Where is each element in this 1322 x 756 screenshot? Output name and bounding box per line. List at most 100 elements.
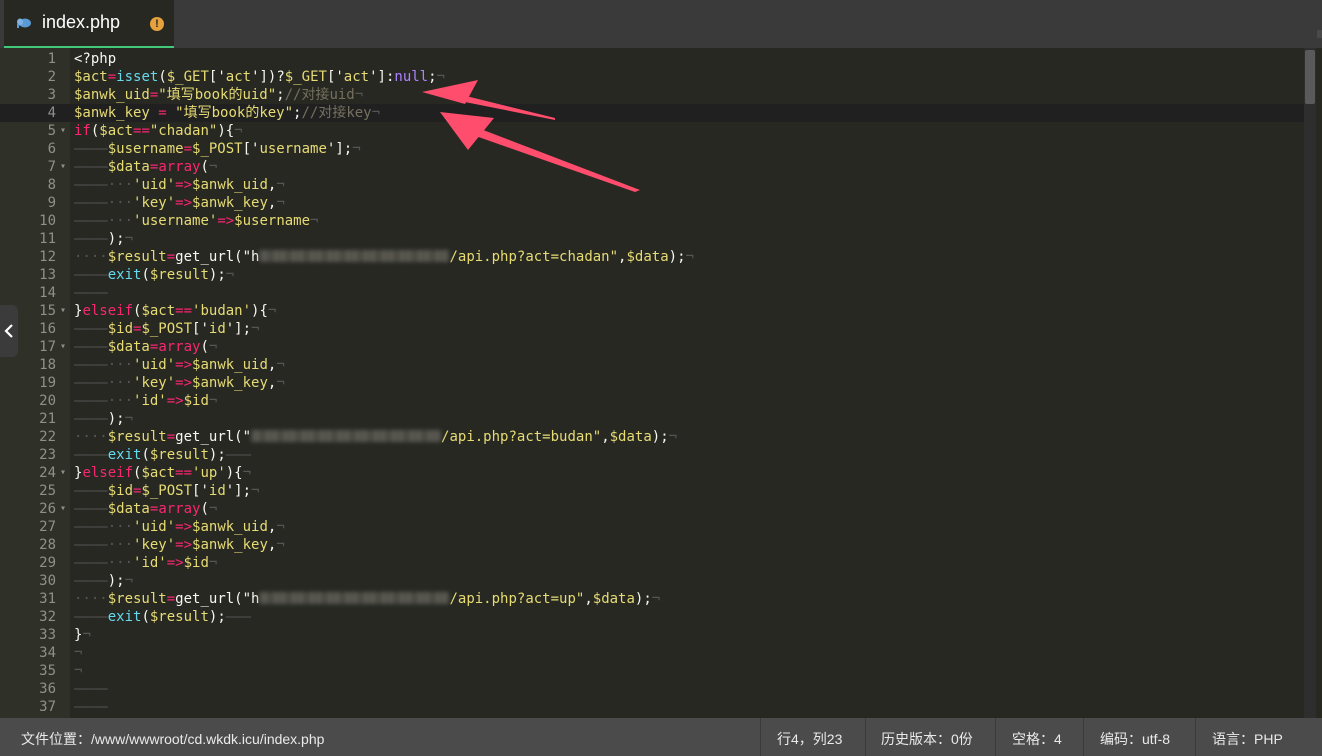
code-token: /api.php?act=chadan"	[449, 249, 619, 265]
code-line[interactable]: 29 ————···'id'=>$id¬	[0, 554, 1306, 572]
code-line[interactable]: 2 $act=isset($_GET['act'])?$_GET['act']:n…	[0, 68, 1306, 86]
code-token: =>	[175, 537, 193, 553]
code-token: null	[394, 69, 429, 85]
code-token: ————	[74, 483, 108, 499]
code-line[interactable]: 7 ▾ ————$data=array(¬	[0, 158, 1306, 176]
code-token: ¬	[276, 537, 285, 553]
code-token: ¬	[74, 645, 83, 661]
code-line[interactable]: 16 ————$id=$_POST['id'];¬	[0, 320, 1306, 338]
code-token: ¬	[251, 321, 260, 337]
code-line[interactable]: 19 ————···'key'=>$anwk_key,¬	[0, 374, 1306, 392]
code-line[interactable]: 26 ▾ ————$data=array(¬	[0, 500, 1306, 518]
code-token: ————	[74, 285, 108, 301]
line-number: 5	[47, 123, 56, 139]
code-token: ¬	[267, 303, 277, 319]
code-line[interactable]: 4 $anwk_key = "填写book的key";//对接key¬	[0, 104, 1306, 122]
code-line[interactable]: 11 ————);¬	[0, 230, 1306, 248]
fold-toggle-icon[interactable]: ▾	[60, 122, 66, 140]
line-number: 14	[39, 285, 56, 301]
indent-setting[interactable]: 空格：4	[1012, 729, 1062, 749]
line-number: 6	[47, 141, 56, 157]
code-text: ————	[74, 680, 108, 698]
tab-index-php[interactable]: index.php !	[4, 0, 174, 48]
code-token: 'uid'	[133, 519, 176, 535]
code-line[interactable]: 34 ¬	[0, 644, 1306, 662]
language-setting[interactable]: 语言：PHP	[1212, 729, 1283, 749]
code-token: $act	[141, 303, 176, 319]
vertical-scrollbar[interactable]	[1304, 48, 1316, 718]
fold-toggle-icon[interactable]: ▾	[60, 338, 66, 356]
code-line[interactable]: 17 ▾ ————$data=array(¬	[0, 338, 1306, 356]
code-line[interactable]: 5 ▾ if($act=="chadan"){¬	[0, 122, 1306, 140]
code-line[interactable]: 32 ————exit($result);———	[0, 608, 1306, 626]
code-line[interactable]: 33}¬	[0, 626, 1306, 644]
code-line[interactable]: 23 ————exit($result);———	[0, 446, 1306, 464]
code-line[interactable]: 12 ····$result=get_url("h/api.php?act=cha…	[0, 248, 1306, 266]
fold-toggle-icon[interactable]: ▾	[60, 302, 66, 320]
line-number: 7	[47, 159, 56, 175]
code-line[interactable]: 8 ————···'uid'=>$anwk_uid,¬	[0, 176, 1306, 194]
collapse-sidebar-button[interactable]	[0, 305, 18, 357]
code-line[interactable]: 30 ————);¬	[0, 572, 1306, 590]
code-token: $result	[149, 267, 209, 283]
code-token: ¬	[371, 105, 381, 121]
code-editor[interactable]: 1 <?php 2 $act=isset($_GET['act'])?$_GET['a…	[0, 48, 1322, 718]
code-line[interactable]: 24 ▾}elseif($act=='up'){¬	[0, 464, 1306, 482]
code-token: =	[158, 105, 167, 121]
code-text: ————$username=$_POST['username'];¬	[74, 140, 361, 158]
redacted-url	[259, 592, 450, 604]
fold-toggle-icon[interactable]: ▾	[60, 500, 66, 518]
code-line[interactable]: 10 ————···'username'=>$username¬	[0, 212, 1306, 230]
php-elephant-icon	[17, 18, 31, 28]
cursor-position[interactable]: 行4，列23	[777, 729, 842, 749]
fold-toggle-icon[interactable]: ▾	[60, 464, 66, 482]
code-token: =	[166, 249, 176, 265]
warning-icon[interactable]: !	[150, 17, 164, 31]
fold-toggle-icon[interactable]: ▾	[60, 158, 66, 176]
code-line[interactable]: 13 ————exit($result);¬	[0, 266, 1306, 284]
code-token: $act	[141, 465, 176, 481]
code-token: ){	[217, 123, 235, 139]
code-line[interactable]: 25 ————$id=$_POST['id'];¬	[0, 482, 1306, 500]
code-token: =	[107, 69, 117, 85]
history-versions[interactable]: 历史版本：0份	[881, 729, 973, 749]
code-line[interactable]: 27 ————···'uid'=>$anwk_uid,¬	[0, 518, 1306, 536]
code-token: ————···	[74, 213, 134, 229]
code-line[interactable]: 18 ————···'uid'=>$anwk_uid,¬	[0, 356, 1306, 374]
code-token: ¬	[208, 393, 218, 409]
code-line[interactable]: 21 ————);¬	[0, 410, 1306, 428]
code-token: $username	[234, 213, 311, 229]
code-token: ==	[175, 303, 193, 319]
code-token: $anwk_key	[192, 195, 268, 211]
code-line[interactable]: 37 ————	[0, 698, 1306, 716]
code-line[interactable]: 14 ————	[0, 284, 1306, 302]
encoding-setting[interactable]: 编码：utf-8	[1100, 729, 1170, 749]
code-token: ¬	[668, 429, 678, 445]
code-line[interactable]: 36 ————	[0, 680, 1306, 698]
tabbar-scroll-indicator	[1317, 30, 1322, 38]
code-token: ;	[276, 87, 285, 103]
code-line[interactable]: 31 ····$result=get_url("h/api.php?act=up"…	[0, 590, 1306, 608]
code-token: $id	[107, 321, 134, 337]
code-line[interactable]: 35 ¬	[0, 662, 1306, 680]
code-line[interactable]: 3 $anwk_uid="填写book的uid";//对接uid¬	[0, 86, 1306, 104]
code-line[interactable]: 28 ————···'key'=>$anwk_key,¬	[0, 536, 1306, 554]
code-token: username	[259, 141, 327, 157]
code-line[interactable]: 22 ····$result=get_url(" /api.php?act=buda…	[0, 428, 1306, 446]
code-line[interactable]: 20 ————···'id'=>$id¬	[0, 392, 1306, 410]
code-token: /api.php?act=up"	[449, 591, 585, 607]
code-token: "chadan"	[149, 123, 218, 139]
code-line[interactable]: 1 <?php	[0, 50, 1306, 68]
scrollbar-thumb[interactable]	[1305, 50, 1315, 104]
code-token: ————	[74, 699, 108, 715]
code-token: array	[158, 339, 201, 355]
code-token: ————···	[74, 555, 134, 571]
code-line[interactable]: 15 ▾}elseif($act=='budan'){¬	[0, 302, 1306, 320]
code-token: ['	[192, 321, 209, 337]
code-token: 'username'	[133, 213, 218, 229]
code-line[interactable]: 9 ————···'key'=>$anwk_key,¬	[0, 194, 1306, 212]
redacted-url	[259, 250, 450, 262]
code-token: );	[208, 609, 226, 625]
code-line[interactable]: 6 ————$username=$_POST['username'];¬	[0, 140, 1306, 158]
code-token: 'id'	[133, 393, 167, 409]
